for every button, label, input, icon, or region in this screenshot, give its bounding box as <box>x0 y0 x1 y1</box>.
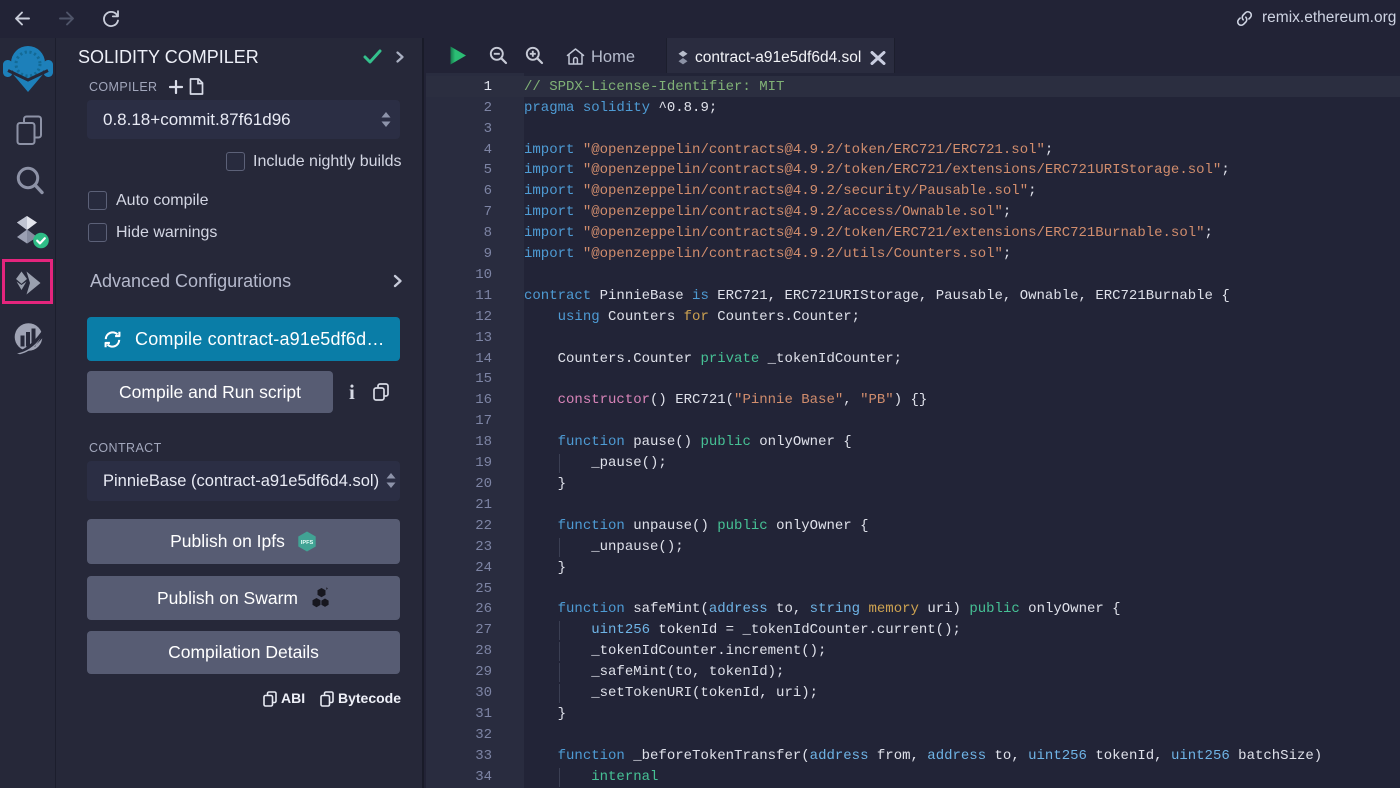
svg-text:IPFS: IPFS <box>301 540 314 546</box>
